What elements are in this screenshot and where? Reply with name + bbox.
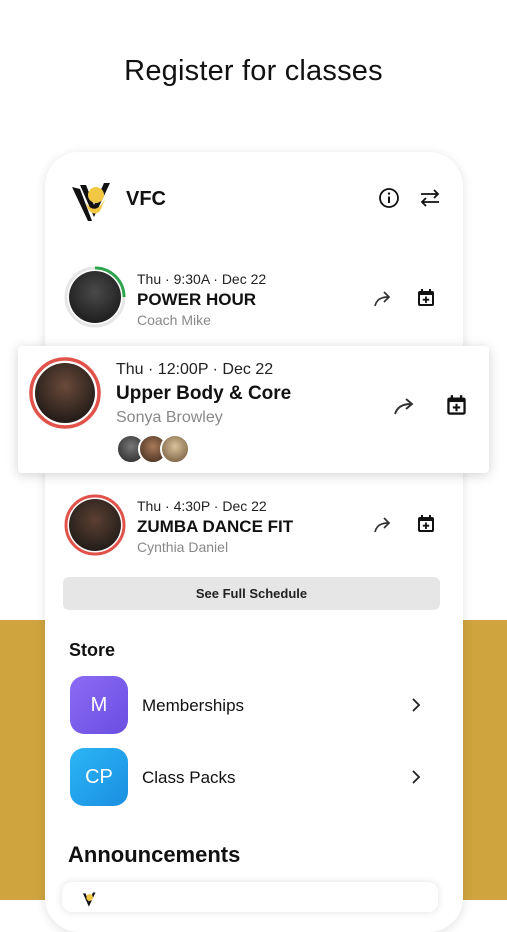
class-packs-tile-icon: CP: [70, 748, 128, 806]
class-title: Upper Body & Core: [116, 383, 292, 404]
coach-name: Sonya Browley: [116, 409, 223, 426]
avatar: [69, 271, 121, 323]
class-card-upper-body[interactable]: Thu · 12:00P · Dec 22 Upper Body & Core …: [18, 346, 489, 473]
share-icon[interactable]: [392, 394, 420, 418]
share-icon[interactable]: [372, 288, 396, 310]
announcements-heading: Announcements: [68, 842, 241, 867]
store-item-label: Memberships: [142, 696, 245, 715]
store-item-class-packs[interactable]: CP Class Packs: [70, 748, 440, 806]
share-icon[interactable]: [372, 514, 396, 536]
add-to-calendar-icon[interactable]: [443, 392, 469, 418]
class-time: Thu · 4:30P · Dec 22: [137, 498, 267, 514]
class-time: Thu · 12:00P · Dec 22: [116, 361, 274, 378]
see-full-schedule-button[interactable]: See Full Schedule: [63, 577, 440, 610]
attendee-avatar: [160, 434, 190, 464]
class-row-power-hour[interactable]: Thu · 9:30A · Dec 22 POWER HOUR Coach Mi…: [64, 264, 454, 334]
attendee-avatars: [116, 434, 196, 464]
vfc-logo-icon: [83, 892, 96, 907]
brand-name: VFC: [126, 188, 166, 210]
switch-arrows-icon[interactable]: [417, 185, 443, 211]
vfc-logo-icon: [72, 183, 110, 221]
class-title: POWER HOUR: [137, 290, 256, 309]
add-to-calendar-icon[interactable]: [414, 512, 438, 536]
page-headline: Register for classes: [124, 55, 383, 87]
chevron-right-icon: [412, 698, 421, 712]
memberships-tile-icon: M: [70, 676, 128, 734]
store-item-memberships[interactable]: M Memberships: [70, 676, 440, 734]
info-icon[interactable]: [376, 185, 402, 211]
class-row-zumba[interactable]: Thu · 4:30P · Dec 22 ZUMBA DANCE FIT Cyn…: [64, 492, 454, 562]
coach-name: Coach Mike: [137, 312, 211, 328]
announcement-card[interactable]: [62, 882, 438, 912]
app-bar: VFC: [70, 175, 450, 227]
add-to-calendar-icon[interactable]: [414, 286, 438, 310]
store-heading: Store: [69, 640, 116, 660]
class-title: ZUMBA DANCE FIT: [137, 517, 294, 536]
store-item-label: Class Packs: [142, 768, 236, 787]
chevron-right-icon: [412, 770, 421, 784]
class-time: Thu · 9:30A · Dec 22: [137, 271, 267, 287]
avatar: [35, 363, 95, 423]
coach-name: Cynthia Daniel: [137, 539, 229, 555]
avatar: [69, 499, 121, 551]
